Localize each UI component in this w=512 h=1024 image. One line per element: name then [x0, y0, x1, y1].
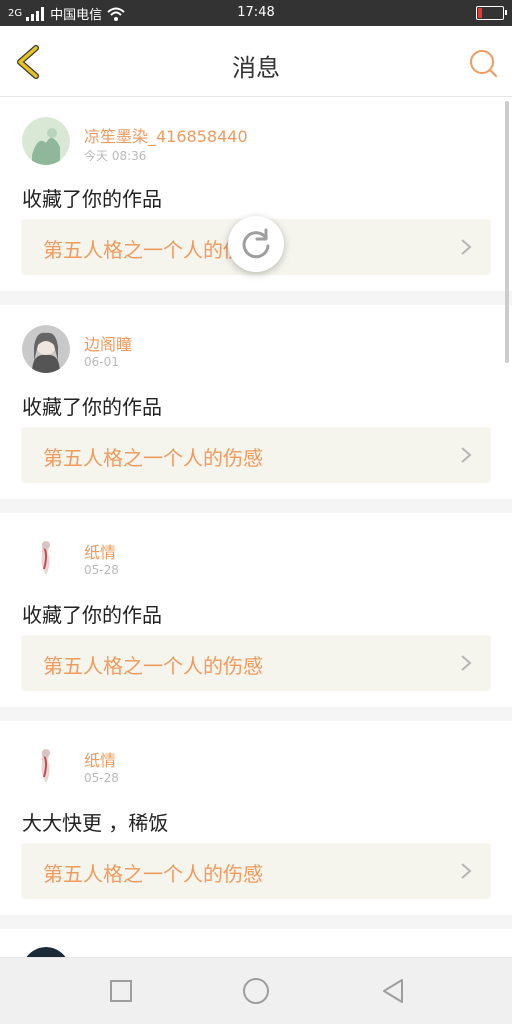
- work-link[interactable]: 第五人格之一个人的伤感: [21, 843, 491, 899]
- avatar[interactable]: [22, 117, 70, 165]
- user-name[interactable]: 纸情: [84, 539, 116, 563]
- scrollbar[interactable]: [505, 101, 509, 363]
- battery-level: [478, 8, 482, 18]
- message-action: 收藏了你的作品: [22, 187, 162, 211]
- avatar[interactable]: [22, 325, 70, 373]
- message-card: 纸情 05-28 大大快更 ，稀饭 第五人格之一个人的伤感: [0, 721, 512, 915]
- user-name[interactable]: 纸情: [84, 747, 116, 771]
- screen: 2G 中国电信 17:48 消息 凉笙墨染_416858440 今天 08:36…: [0, 0, 512, 1024]
- message-time: 05-28: [84, 771, 119, 785]
- page-title: 消息: [232, 54, 280, 82]
- work-title: 第五人格之一个人的伤感: [43, 654, 263, 678]
- status-bar: 2G 中国电信 17:48: [0, 0, 512, 26]
- refresh-button[interactable]: [228, 216, 284, 272]
- avatar[interactable]: [22, 741, 70, 789]
- user-name[interactable]: 边阁瞳: [84, 331, 132, 355]
- work-link[interactable]: 第五人格之一个人的伤感: [21, 427, 491, 483]
- user-name[interactable]: 凉笙墨染_416858440: [84, 123, 248, 147]
- chevron-right-icon: [461, 447, 472, 463]
- avatar-image: [22, 325, 70, 373]
- message-card: [0, 929, 512, 957]
- work-title: 第五人格之一个人的伤感: [43, 446, 263, 470]
- avatar[interactable]: [22, 947, 70, 957]
- avatar-image: [22, 533, 70, 581]
- work-link[interactable]: 第五人格之一个人的伤感: [21, 635, 491, 691]
- chevron-right-icon: [461, 239, 472, 255]
- message-time: 05-28: [84, 563, 119, 577]
- search-icon[interactable]: [468, 48, 498, 78]
- message-card: 纸情 05-28 收藏了你的作品 第五人格之一个人的伤感: [0, 513, 512, 707]
- avatar-image: [22, 117, 70, 165]
- message-time: 今天 08:36: [84, 149, 147, 163]
- message-action: 收藏了你的作品: [22, 395, 162, 419]
- message-time: 06-01: [84, 355, 119, 369]
- work-title: 第五人格之一个人的伤感: [43, 862, 263, 886]
- chevron-right-icon: [461, 655, 472, 671]
- avatar[interactable]: [22, 533, 70, 581]
- refresh-icon: [242, 228, 270, 259]
- avatar-image: [22, 741, 70, 789]
- message-action: 大大快更 ，稀饭: [22, 811, 169, 835]
- battery-icon: [476, 6, 507, 20]
- system-nav-bar: [0, 957, 512, 1024]
- status-time: 17:48: [237, 5, 275, 20]
- home-icon[interactable]: [241, 976, 271, 1006]
- back-triangle-icon[interactable]: [378, 976, 408, 1006]
- avatar-image: [26, 947, 66, 957]
- message-card: 边阁瞳 06-01 收藏了你的作品 第五人格之一个人的伤感: [0, 305, 512, 499]
- recent-apps-icon[interactable]: [106, 976, 136, 1006]
- message-action: 收藏了你的作品: [22, 603, 162, 627]
- chevron-right-icon: [461, 863, 472, 879]
- header: 消息: [0, 26, 512, 97]
